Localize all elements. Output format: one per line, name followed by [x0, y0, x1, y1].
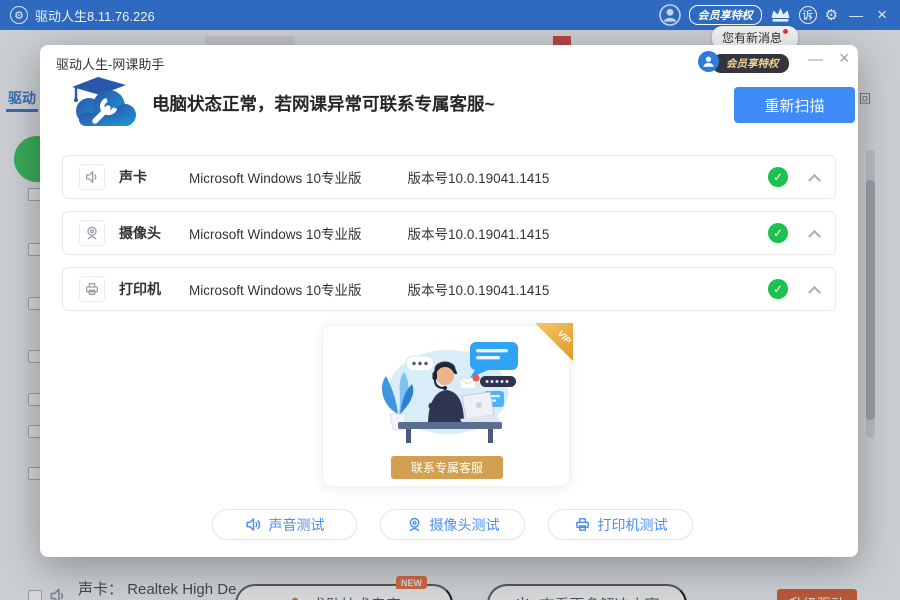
device-name: 打印机 — [119, 281, 161, 297]
webcam-icon — [79, 220, 105, 246]
speaker-icon — [245, 516, 262, 533]
dialog-close-button[interactable]: × — [834, 48, 855, 69]
customer-service-illustration — [362, 336, 532, 449]
crown-icon[interactable] — [770, 7, 791, 23]
status-ok-icon: ✓ — [768, 223, 788, 243]
notification-dot — [783, 29, 789, 34]
webcam-icon — [406, 516, 423, 533]
status-ok-icon: ✓ — [768, 167, 788, 187]
device-row-soundcard[interactable]: 声卡 Microsoft Windows 10专业版 版本号10.0.19041… — [62, 155, 836, 199]
sound-test-label: 声音测试 — [268, 516, 325, 533]
status-ok-icon: ✓ — [768, 279, 788, 299]
member-badge[interactable]: 会员享特权 — [688, 5, 762, 25]
rescan-button[interactable]: 重新扫描 — [734, 87, 855, 123]
webcam-test-button[interactable]: 摄像头测试 — [380, 509, 525, 540]
dialog-minimize-button[interactable]: — — [803, 49, 828, 70]
sound-test-button[interactable]: 声音测试 — [212, 509, 357, 540]
contact-service-button[interactable]: 联系专属客服 — [391, 456, 503, 479]
vip-ribbon-label: VIP — [556, 328, 574, 346]
device-row-webcam[interactable]: 摄像头 Microsoft Windows 10专业版 版本号10.0.1904… — [62, 211, 836, 255]
dialog-title: 驱动人生-网课助手 — [56, 57, 165, 72]
device-version: 版本号10.0.19041.1415 — [407, 227, 550, 242]
device-row-printer[interactable]: 打印机 Microsoft Windows 10专业版 版本号10.0.1904… — [62, 267, 836, 311]
device-name: 摄像头 — [119, 225, 161, 241]
app-logo-gear-icon: ⚙ — [10, 6, 28, 24]
printer-test-label: 打印机测试 — [597, 516, 668, 533]
device-model: Microsoft Windows 10专业版 — [189, 227, 362, 242]
device-model: Microsoft Windows 10专业版 — [189, 171, 362, 186]
member-avatar-icon[interactable] — [698, 51, 719, 72]
tooltip-text: 您有新消息 — [722, 31, 783, 45]
settings-gear-icon[interactable]: ⚙ — [825, 6, 838, 24]
customer-service-card: VIP 联系专属客服 — [322, 323, 573, 487]
device-version: 版本号10.0.19041.1415 — [407, 283, 550, 298]
close-button[interactable]: × — [874, 5, 890, 25]
printer-icon — [574, 516, 591, 533]
member-badge[interactable]: 会员享特权 — [712, 54, 789, 73]
app-title: 驱动人生8.11.76.226 — [35, 8, 155, 24]
complaint-icon[interactable]: 诉 — [798, 6, 817, 24]
online-class-assistant-dialog: 驱动人生-网课助手 会员享特权 — × 电脑状态正常，若网课异常可联系专属客服~… — [40, 45, 858, 557]
device-name: 声卡 — [119, 169, 147, 185]
device-model: Microsoft Windows 10专业版 — [189, 283, 362, 298]
chevron-up-icon[interactable] — [808, 285, 821, 299]
printer-test-button[interactable]: 打印机测试 — [548, 509, 693, 540]
assistant-logo-icon — [64, 73, 146, 136]
chevron-up-icon[interactable] — [808, 229, 821, 243]
soundcard-icon — [79, 164, 105, 190]
device-version: 版本号10.0.19041.1415 — [407, 171, 550, 186]
webcam-test-label: 摄像头测试 — [429, 516, 500, 533]
vip-ribbon: VIP — [535, 323, 573, 361]
printer-icon — [79, 276, 105, 302]
chevron-up-icon[interactable] — [808, 173, 821, 187]
avatar[interactable] — [658, 4, 681, 26]
status-headline: 电脑状态正常，若网课异常可联系专属客服~ — [152, 94, 495, 114]
minimize-button[interactable]: — — [846, 7, 866, 23]
